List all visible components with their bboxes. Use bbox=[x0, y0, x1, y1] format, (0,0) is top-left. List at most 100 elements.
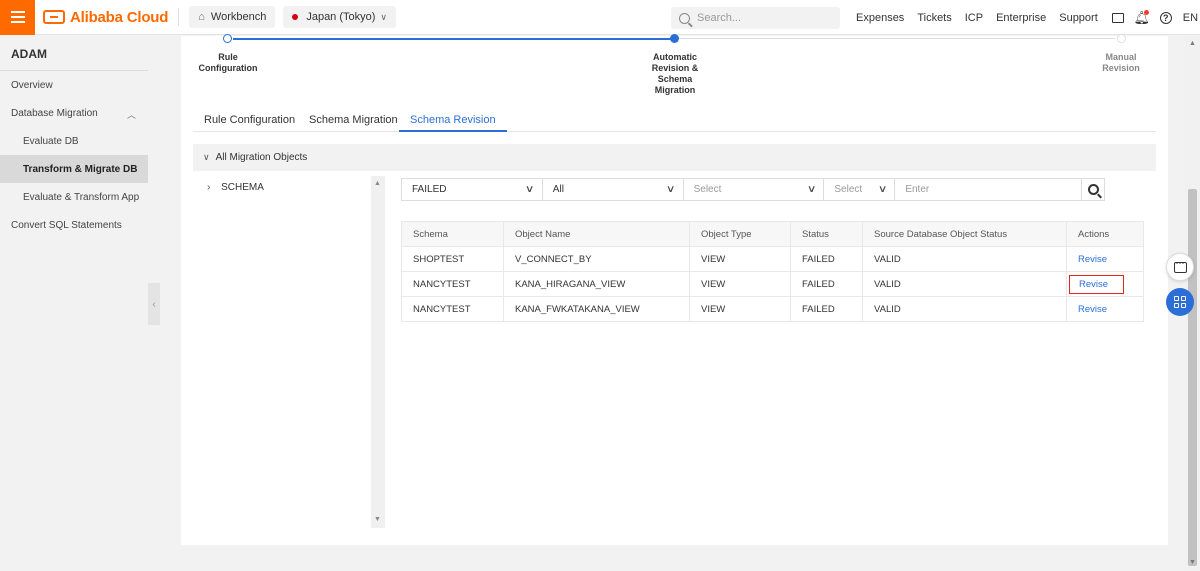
language-switch[interactable]: EN bbox=[1183, 12, 1198, 24]
column-header-source-status: Source Database Object Status bbox=[862, 221, 1067, 247]
tab-schema-revision[interactable]: Schema Revision bbox=[399, 107, 507, 132]
cell-schema: SHOPTEST bbox=[401, 246, 504, 272]
sidebar: ADAM Overview Database Migration ︿ Evalu… bbox=[0, 36, 148, 571]
scroll-up-arrow-icon[interactable]: ▲ bbox=[1189, 40, 1196, 47]
sidebar-item-evaluate-db[interactable]: Evaluate DB bbox=[0, 127, 148, 155]
revise-cell-highlighted: Revise bbox=[1066, 271, 1144, 297]
scroll-up-arrow-icon[interactable]: ▲ bbox=[374, 180, 381, 187]
nav-link-tickets[interactable]: Tickets bbox=[917, 12, 951, 24]
revision-tabs: Rule Configuration Schema Migration Sche… bbox=[193, 107, 1156, 132]
scroll-down-arrow-icon[interactable]: ▼ bbox=[374, 516, 381, 523]
sidebar-item-database-migration[interactable]: Database Migration ︿ bbox=[0, 99, 148, 127]
page-scrollbar-thumb[interactable] bbox=[1188, 189, 1197, 566]
cell-schema: NANCYTEST bbox=[401, 296, 504, 322]
feedback-chat-button[interactable] bbox=[1166, 253, 1194, 281]
cell-object-name: KANA_FWKATAKANA_VIEW bbox=[503, 296, 690, 322]
chevron-down-icon: ∨ bbox=[806, 184, 817, 195]
scroll-down-arrow-icon[interactable]: ▼ bbox=[1189, 559, 1196, 566]
sidebar-collapse-handle[interactable]: ‹ bbox=[148, 283, 160, 325]
column-header-object-type: Object Type bbox=[689, 221, 791, 247]
cell-schema: NANCYTEST bbox=[401, 271, 504, 297]
tree-scrollbar[interactable]: ▲ ▼ bbox=[371, 176, 385, 528]
step-dot-automatic-revision bbox=[670, 34, 679, 43]
tab-schema-migration[interactable]: Schema Migration bbox=[298, 107, 409, 132]
object-search-button[interactable] bbox=[1081, 178, 1105, 201]
cell-status: FAILED bbox=[790, 271, 863, 297]
cell-object-type: VIEW bbox=[689, 246, 791, 272]
step-label-rule-configuration: Rule Configuration bbox=[198, 52, 258, 73]
column-header-object-name: Object Name bbox=[503, 221, 690, 247]
sidebar-item-convert-sql[interactable]: Convert SQL Statements bbox=[0, 211, 148, 239]
sidebar-item-transform-migrate-db[interactable]: Transform & Migrate DB bbox=[0, 155, 148, 183]
workbench-button[interactable]: ⌂ Workbench bbox=[189, 6, 276, 28]
sidebar-item-label: Evaluate DB bbox=[23, 135, 79, 147]
region-label: Japan (Tokyo) bbox=[306, 11, 376, 23]
apps-button[interactable] bbox=[1166, 288, 1194, 316]
step-label-automatic-revision: Automatic Revision & Schema Migration bbox=[651, 52, 699, 95]
cell-status: FAILED bbox=[790, 246, 863, 272]
home-icon: ⌂ bbox=[198, 11, 205, 23]
object-tree-pane: › SCHEMA ▲ ▼ bbox=[193, 176, 387, 528]
cell-source-status: VALID bbox=[862, 246, 1067, 272]
sidebar-item-overview[interactable]: Overview bbox=[0, 71, 148, 99]
chevron-down-icon: ∨ bbox=[525, 184, 535, 195]
search-icon bbox=[1087, 184, 1099, 195]
help-icon[interactable]: ? bbox=[1159, 11, 1173, 25]
column-header-actions: Actions bbox=[1066, 221, 1144, 247]
sidebar-item-evaluate-transform-app[interactable]: Evaluate & Transform App bbox=[0, 183, 148, 211]
chevron-down-icon: ∨ bbox=[203, 152, 210, 162]
type-filter-placeholder: Select bbox=[693, 184, 722, 195]
table-header-row: Schema Object Name Object Type Status So… bbox=[401, 221, 1144, 247]
cell-source-status: VALID bbox=[862, 271, 1067, 297]
top-navigation-bar: Alibaba Cloud ⌂ Workbench Japan (Tokyo) … bbox=[0, 0, 1200, 35]
search-placeholder: Search... bbox=[697, 12, 742, 24]
global-search-input[interactable]: Search... bbox=[671, 7, 840, 29]
object-search-placeholder: Enter bbox=[905, 184, 930, 195]
object-search-input[interactable]: Enter bbox=[894, 178, 1083, 201]
scope-filter-select[interactable]: All ∨ bbox=[541, 178, 684, 201]
nav-link-icp[interactable]: ICP bbox=[965, 12, 983, 24]
japan-flag-icon bbox=[292, 14, 299, 20]
step-dot-manual-revision bbox=[1117, 34, 1126, 43]
sidebar-item-label: Evaluate & Transform App bbox=[23, 191, 140, 203]
tree-node-label: SCHEMA bbox=[221, 182, 264, 193]
all-migration-objects-toggle[interactable]: ∨ All Migration Objects bbox=[193, 144, 1156, 171]
nav-link-support[interactable]: Support bbox=[1059, 12, 1098, 24]
cell-object-name: KANA_HIRAGANA_VIEW bbox=[503, 271, 690, 297]
workbench-label: Workbench bbox=[210, 11, 267, 23]
alibaba-cloud-logo-icon bbox=[43, 10, 65, 24]
chevron-down-icon: ∨ bbox=[666, 184, 676, 195]
chevron-up-icon: ︿ bbox=[126, 110, 136, 120]
status-filter-value: FAILED bbox=[412, 184, 447, 195]
column-header-status: Status bbox=[790, 221, 863, 247]
nav-link-enterprise[interactable]: Enterprise bbox=[996, 12, 1046, 24]
table-row: SHOPTEST V_CONNECT_BY VIEW FAILED VALID … bbox=[401, 246, 1144, 272]
step-label-manual-revision: Manual Revision bbox=[1102, 52, 1140, 73]
sidebar-item-label: Transform & Migrate DB bbox=[23, 163, 138, 175]
type-filter-select[interactable]: Select ∨ bbox=[682, 178, 825, 201]
notification-bell-icon[interactable]: 🔔︎ bbox=[1134, 9, 1150, 25]
search-field-placeholder: Select bbox=[834, 184, 863, 195]
region-selector[interactable]: Japan (Tokyo) ∨ bbox=[283, 6, 397, 28]
menu-icon[interactable] bbox=[0, 0, 35, 35]
search-icon bbox=[679, 12, 690, 24]
chat-icon bbox=[1173, 258, 1187, 273]
tree-node-schema[interactable]: › SCHEMA bbox=[207, 182, 264, 193]
brand-name: Alibaba Cloud bbox=[70, 8, 169, 26]
revise-link[interactable]: Revise bbox=[1066, 246, 1144, 272]
revise-link[interactable]: Revise bbox=[1066, 296, 1144, 322]
column-header-schema: Schema bbox=[401, 221, 504, 247]
scope-filter-value: All bbox=[552, 184, 564, 195]
cell-object-type: VIEW bbox=[689, 271, 791, 297]
revise-link[interactable]: Revise bbox=[1069, 274, 1125, 294]
objects-table: Schema Object Name Object Type Status So… bbox=[401, 221, 1144, 322]
cloud-shell-icon[interactable] bbox=[1111, 11, 1125, 25]
tab-rule-configuration[interactable]: Rule Configuration bbox=[193, 107, 306, 132]
status-filter-select[interactable]: FAILED ∨ bbox=[401, 178, 543, 201]
notification-dot bbox=[1143, 9, 1149, 15]
search-field-select[interactable]: Select ∨ bbox=[823, 178, 896, 201]
sidebar-item-label: Overview bbox=[11, 79, 53, 91]
alibaba-cloud-logo[interactable]: Alibaba Cloud bbox=[43, 0, 168, 35]
top-nav-links: Expenses Tickets ICP Enterprise Support … bbox=[856, 0, 1200, 35]
nav-link-expenses[interactable]: Expenses bbox=[856, 12, 904, 24]
